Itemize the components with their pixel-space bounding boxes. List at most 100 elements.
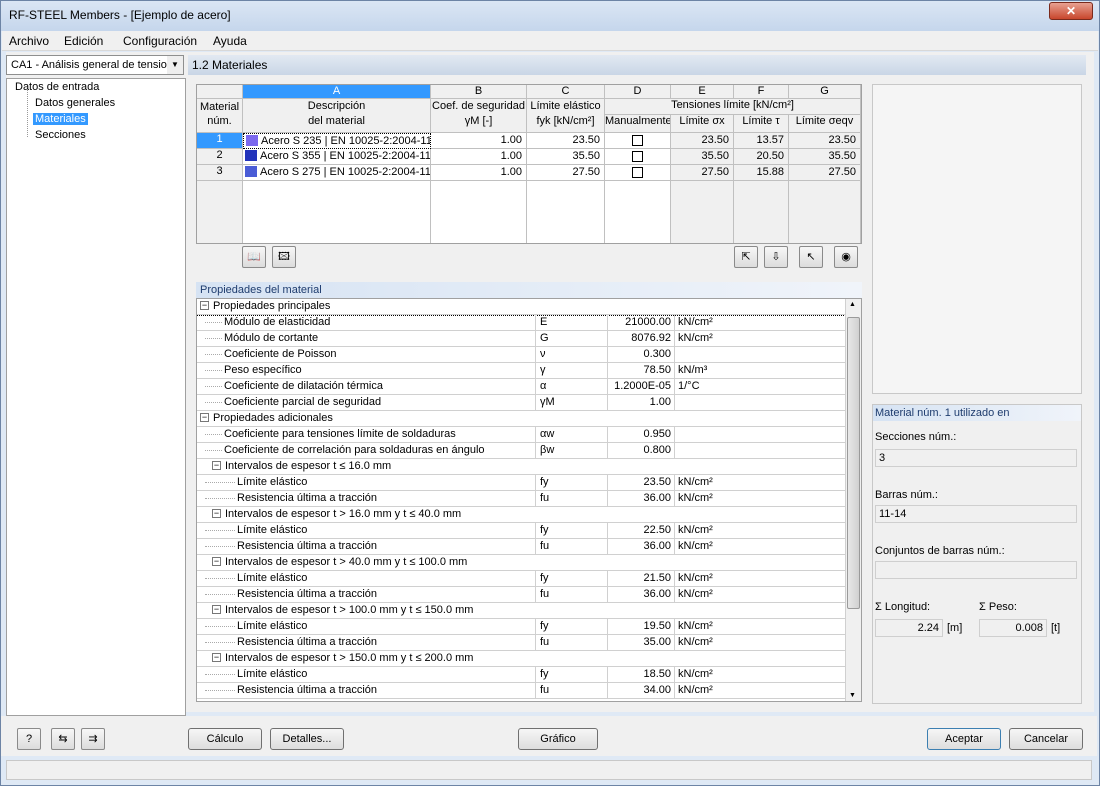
cell-gm-2[interactable]: 1.00 [431, 149, 527, 165]
property-value[interactable]: 78.50 [607, 364, 671, 376]
property-subgroup[interactable]: − Intervalos de espesor t > 100.0 mm y t … [197, 603, 847, 619]
collapse-icon[interactable]: − [200, 301, 209, 310]
edit-material-icon[interactable]: 🖾 [272, 246, 296, 268]
property-row[interactable]: Resistencia última a tracción fu 36.00 kN/c… [197, 491, 847, 507]
property-row[interactable]: Resistencia última a tracción fu 36.00 kN/c… [197, 587, 847, 603]
collapse-icon[interactable]: − [200, 413, 209, 422]
cancel-button[interactable]: Cancelar [1009, 728, 1083, 750]
property-row[interactable]: Límite elástico fy 21.50 kN/cm² [197, 571, 847, 587]
property-value[interactable]: 1.2000E-05 [607, 380, 671, 392]
property-value[interactable]: 18.50 [607, 668, 671, 680]
property-value[interactable]: 36.00 [607, 588, 671, 600]
row-num-2[interactable]: 2 [197, 149, 243, 165]
property-row[interactable]: Límite elástico fy 22.50 kN/cm² [197, 523, 847, 539]
scrollbar-thumb[interactable] [847, 317, 860, 609]
tree-item-sections[interactable]: Secciones [35, 129, 86, 141]
col-letter-e[interactable]: E [671, 85, 734, 99]
property-row[interactable]: Límite elástico fy 18.50 kN/cm² [197, 667, 847, 683]
menu-edicion[interactable]: Edición [64, 34, 103, 48]
property-row[interactable]: Módulo de elasticidad E 21000.00 kN/cm² [197, 315, 847, 331]
property-row[interactable]: Coeficiente de Poisson ν 0.300 [197, 347, 847, 363]
property-row[interactable]: Coeficiente para tensiones límite de sol… [197, 427, 847, 443]
property-value[interactable]: 19.50 [607, 620, 671, 632]
property-value[interactable]: 36.00 [607, 492, 671, 504]
collapse-icon[interactable]: − [212, 653, 221, 662]
cell-desc-1[interactable]: Acero S 235 | EN 10025-2:2004-11 [243, 133, 431, 149]
property-subgroup[interactable]: − Intervalos de espesor t ≤ 16.0 mm [197, 459, 847, 475]
col-letter-c[interactable]: C [527, 85, 605, 99]
property-value[interactable]: 23.50 [607, 476, 671, 488]
property-row[interactable]: Módulo de cortante G 8076.92 kN/cm² [197, 331, 847, 347]
cell-manual-2[interactable] [605, 149, 671, 165]
property-value[interactable]: 0.950 [607, 428, 671, 440]
menu-configuracion[interactable]: Configuración [123, 34, 197, 48]
property-value[interactable]: 21000.00 [607, 316, 671, 328]
property-row[interactable]: Límite elástico fy 19.50 kN/cm² [197, 619, 847, 635]
tree-item-general-data[interactable]: Datos generales [35, 97, 115, 109]
property-value[interactable]: 8076.92 [607, 332, 671, 344]
chevron-down-icon[interactable]: ▼ [167, 56, 183, 74]
cell-fyk-2[interactable]: 35.50 [527, 149, 605, 165]
property-group[interactable]: − Propiedades adicionales [197, 411, 847, 427]
load-case-select[interactable]: CA1 - Análisis general de tension ▼ [6, 55, 184, 75]
export-icon[interactable]: ⇱ [734, 246, 758, 268]
properties-scrollbar[interactable]: ▲ ▼ [845, 299, 861, 701]
col-letter-d[interactable]: D [605, 85, 671, 99]
property-row[interactable]: Límite elástico fy 23.50 kN/cm² [197, 475, 847, 491]
property-row[interactable]: Resistencia última a tracción fu 34.00 kN/c… [197, 683, 847, 699]
collapse-icon[interactable]: − [212, 605, 221, 614]
property-row[interactable]: Coeficiente de dilatación térmica α 1.2000… [197, 379, 847, 395]
property-subgroup[interactable]: − Intervalos de espesor t > 150.0 mm y t … [197, 651, 847, 667]
import-icon[interactable]: ⇩ [764, 246, 788, 268]
property-row[interactable]: Coeficiente de correlación para soldadur… [197, 443, 847, 459]
cell-manual-3[interactable] [605, 165, 671, 181]
collapse-icon[interactable]: − [212, 509, 221, 518]
library-icon[interactable]: 📖 [242, 246, 266, 268]
cell-desc-2[interactable]: Acero S 355 | EN 10025-2:2004-11 [243, 149, 431, 165]
menu-ayuda[interactable]: Ayuda [213, 34, 247, 48]
close-button[interactable]: ✕ [1049, 2, 1093, 20]
cell-fyk-3[interactable]: 27.50 [527, 165, 605, 181]
manual-checkbox[interactable] [632, 167, 643, 178]
property-value[interactable]: 1.00 [607, 396, 671, 408]
details-button[interactable]: Detalles... [270, 728, 344, 750]
tree-item-materials[interactable]: Materiales [33, 113, 88, 125]
row-num-1[interactable]: 1 [197, 133, 243, 149]
property-group[interactable]: − Propiedades principales [197, 299, 848, 316]
collapse-icon[interactable]: − [212, 461, 221, 470]
help-icon[interactable]: ? [17, 728, 41, 750]
view-eye-icon[interactable]: ◉ [834, 246, 858, 268]
property-value[interactable]: 21.50 [607, 572, 671, 584]
col-letter-g[interactable]: G [789, 85, 861, 99]
cell-fyk-1[interactable]: 23.50 [527, 133, 605, 149]
pointer-select-icon[interactable]: ↖ [799, 246, 823, 268]
accept-button[interactable]: Aceptar [927, 728, 1001, 750]
property-subgroup[interactable]: − Intervalos de espesor t > 16.0 mm y t ≤… [197, 507, 847, 523]
export-data-icon[interactable]: ⇉ [81, 728, 105, 750]
calculation-button[interactable]: Cálculo [188, 728, 262, 750]
import-data-icon[interactable]: ⇆ [51, 728, 75, 750]
property-row[interactable]: Coeficiente parcial de seguridad γM 1.00 [197, 395, 847, 411]
col-letter-b[interactable]: B [431, 85, 527, 99]
scroll-up-icon[interactable]: ▲ [849, 301, 856, 308]
cell-gm-1[interactable]: 1.00 [431, 133, 527, 149]
scroll-down-icon[interactable]: ▼ [849, 692, 856, 699]
manual-checkbox[interactable] [632, 135, 643, 146]
cell-desc-3[interactable]: Acero S 275 | EN 10025-2:2004-11 [243, 165, 431, 181]
col-letter-f[interactable]: F [734, 85, 789, 99]
property-row[interactable]: Resistencia última a tracción fu 35.00 kN/c… [197, 635, 847, 651]
property-subgroup[interactable]: − Intervalos de espesor t > 40.0 mm y t ≤… [197, 555, 847, 571]
property-value[interactable]: 34.00 [607, 684, 671, 696]
property-value[interactable]: 0.800 [607, 444, 671, 456]
property-value[interactable]: 36.00 [607, 540, 671, 552]
col-letter-a[interactable]: A [243, 85, 431, 99]
property-row[interactable]: Peso específico γ 78.50 kN/m³ [197, 363, 847, 379]
menu-archivo[interactable]: Archivo [9, 34, 49, 48]
property-value[interactable]: 0.300 [607, 348, 671, 360]
property-value[interactable]: 22.50 [607, 524, 671, 536]
manual-checkbox[interactable] [632, 151, 643, 162]
cell-manual-1[interactable] [605, 133, 671, 149]
graphic-button[interactable]: Gráfico [518, 728, 598, 750]
collapse-icon[interactable]: − [212, 557, 221, 566]
property-value[interactable]: 35.00 [607, 636, 671, 648]
